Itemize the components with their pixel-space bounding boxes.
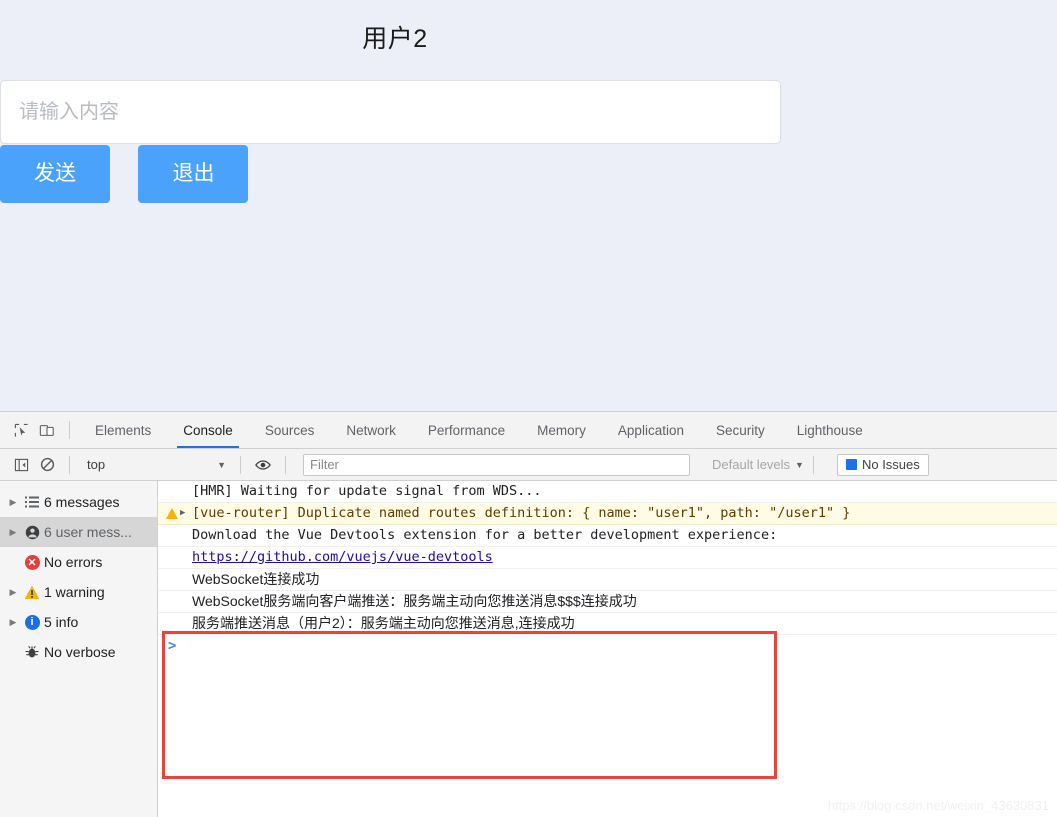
issues-flag-icon bbox=[845, 459, 857, 470]
send-button[interactable]: 发送 bbox=[0, 145, 110, 203]
tab-performance[interactable]: Performance bbox=[412, 412, 521, 448]
message-input[interactable] bbox=[1, 81, 780, 143]
console-message-text: Download the Vue Devtools extension for … bbox=[192, 527, 778, 543]
warning-icon bbox=[166, 508, 178, 519]
inspect-cursor-icon[interactable] bbox=[8, 417, 34, 443]
clear-console-icon[interactable] bbox=[34, 452, 60, 478]
devtools-panel: Elements Console Sources Network Perform… bbox=[0, 412, 1057, 817]
filterbar-divider-1 bbox=[69, 455, 70, 474]
sidebar-item-verbose[interactable]: No verbose bbox=[0, 637, 157, 667]
console-message-row[interactable]: ▶ [vue-router] Duplicate named routes de… bbox=[158, 503, 1057, 525]
tab-network[interactable]: Network bbox=[330, 412, 412, 448]
disclosure-triangle-icon[interactable]: ▶ bbox=[180, 505, 185, 522]
tab-lighthouse[interactable]: Lighthouse bbox=[781, 412, 879, 448]
chevron-down-icon: ▼ bbox=[217, 459, 226, 470]
eye-icon[interactable] bbox=[250, 452, 276, 478]
sidebar-item-label: 6 messages bbox=[44, 494, 120, 510]
tab-memory[interactable]: Memory bbox=[521, 412, 602, 448]
log-levels-label: Default levels bbox=[712, 457, 791, 472]
tab-sources[interactable]: Sources bbox=[249, 412, 331, 448]
sidebar-toggle-icon[interactable] bbox=[8, 452, 34, 478]
sidebar-item-user-messages[interactable]: ▶ 6 user mess... bbox=[0, 517, 157, 547]
console-message-text: [HMR] Waiting for update signal from WDS… bbox=[192, 483, 542, 499]
devtools-tab-list: Elements Console Sources Network Perform… bbox=[79, 412, 879, 448]
console-sidebar: ▶ 6 messages ▶ 6 user mess... ✕ No error… bbox=[0, 481, 158, 817]
vue-devtools-link[interactable]: https://github.com/vuejs/vue-devtools bbox=[192, 549, 1057, 566]
page-title: 用户2 bbox=[362, 25, 428, 53]
user-icon bbox=[20, 525, 44, 540]
devtools-tabbar: Elements Console Sources Network Perform… bbox=[0, 412, 1057, 449]
list-icon bbox=[20, 496, 44, 508]
console-message-text: 服务端推送消息（用户2）：服务端主动向您推送消息,连接成功 bbox=[192, 615, 575, 631]
sidebar-item-info[interactable]: ▶ i 5 info bbox=[0, 607, 157, 637]
expand-triangle-icon[interactable]: ▶ bbox=[6, 527, 20, 538]
console-message-row[interactable]: 服务端推送消息（用户2）：服务端主动向您推送消息,连接成功 bbox=[158, 613, 1057, 635]
console-message-row[interactable]: Download the Vue Devtools extension for … bbox=[158, 525, 1057, 547]
watermark: https://blog.csdn.net/weixin_43630831 bbox=[827, 798, 1049, 813]
toolbar-divider bbox=[69, 421, 70, 439]
tab-console[interactable]: Console bbox=[167, 412, 249, 448]
sidebar-item-label: No verbose bbox=[44, 644, 116, 660]
info-icon: i bbox=[20, 614, 44, 630]
error-icon: ✕ bbox=[20, 554, 44, 570]
sidebar-item-errors[interactable]: ✕ No errors bbox=[0, 547, 157, 577]
expand-triangle-icon[interactable]: ▶ bbox=[6, 587, 20, 598]
quit-button[interactable]: 退出 bbox=[138, 145, 249, 203]
console-message-text: WebSocket服务端向客户端推送：服务端主动向您推送消息$$$连接成功 bbox=[192, 593, 637, 609]
bug-icon bbox=[20, 645, 44, 659]
execution-context-select[interactable]: top ▼ bbox=[79, 454, 231, 476]
chevron-down-icon: ▼ bbox=[795, 459, 804, 470]
console-filter-bar: top ▼ Default levels ▼ No Issues bbox=[0, 449, 1057, 481]
console-message-row[interactable]: WebSocket服务端向客户端推送：服务端主动向您推送消息$$$连接成功 bbox=[158, 591, 1057, 613]
no-issues-button[interactable]: No Issues bbox=[836, 453, 929, 476]
sidebar-item-label: 5 info bbox=[44, 614, 79, 630]
sidebar-item-label: 6 user mess... bbox=[44, 524, 132, 540]
expand-triangle-icon[interactable]: ▶ bbox=[6, 617, 20, 628]
app-pane: 用户2 发送 退出 bbox=[0, 0, 1057, 412]
console-message-text: WebSocket连接成功 bbox=[192, 571, 320, 587]
device-toolbar-icon[interactable] bbox=[34, 417, 60, 443]
console-message-row[interactable]: WebSocket连接成功 bbox=[158, 569, 1057, 591]
filterbar-divider-4 bbox=[812, 455, 814, 474]
action-button-row: 发送 退出 bbox=[0, 145, 249, 203]
prompt-caret-icon: > bbox=[168, 638, 177, 654]
console-message-row[interactable]: [HMR] Waiting for update signal from WDS… bbox=[158, 481, 1057, 503]
sidebar-item-label: No errors bbox=[44, 554, 103, 570]
warning-icon bbox=[20, 585, 44, 600]
console-prompt-row[interactable]: > bbox=[158, 635, 1057, 657]
execution-context-value: top bbox=[87, 457, 106, 472]
tab-security[interactable]: Security bbox=[700, 412, 781, 448]
screenshot-root: 用户2 发送 退出 bbox=[0, 0, 1057, 817]
console-message-row[interactable]: https://github.com/vuejs/vue-devtools bbox=[158, 547, 1057, 569]
tab-application[interactable]: Application bbox=[602, 412, 700, 448]
sidebar-item-warnings[interactable]: ▶ 1 warning bbox=[0, 577, 157, 607]
message-input-wrapper[interactable] bbox=[0, 80, 781, 144]
expand-triangle-icon[interactable]: ▶ bbox=[6, 497, 20, 508]
filterbar-divider-3 bbox=[285, 455, 286, 474]
row-gutter: ▶ bbox=[166, 505, 192, 522]
log-levels-select[interactable]: Default levels ▼ bbox=[712, 457, 804, 472]
console-filter-input[interactable] bbox=[303, 453, 690, 476]
filterbar-divider-2 bbox=[240, 455, 241, 474]
no-issues-label: No Issues bbox=[861, 457, 920, 472]
sidebar-item-label: 1 warning bbox=[44, 584, 105, 600]
console-body: ▶ 6 messages ▶ 6 user mess... ✕ No error… bbox=[0, 481, 1057, 817]
sidebar-item-messages[interactable]: ▶ 6 messages bbox=[0, 487, 157, 517]
tab-elements[interactable]: Elements bbox=[79, 412, 167, 448]
console-log-area[interactable]: [HMR] Waiting for update signal from WDS… bbox=[158, 481, 1057, 817]
console-message-text: [vue-router] Duplicate named routes defi… bbox=[192, 505, 851, 521]
